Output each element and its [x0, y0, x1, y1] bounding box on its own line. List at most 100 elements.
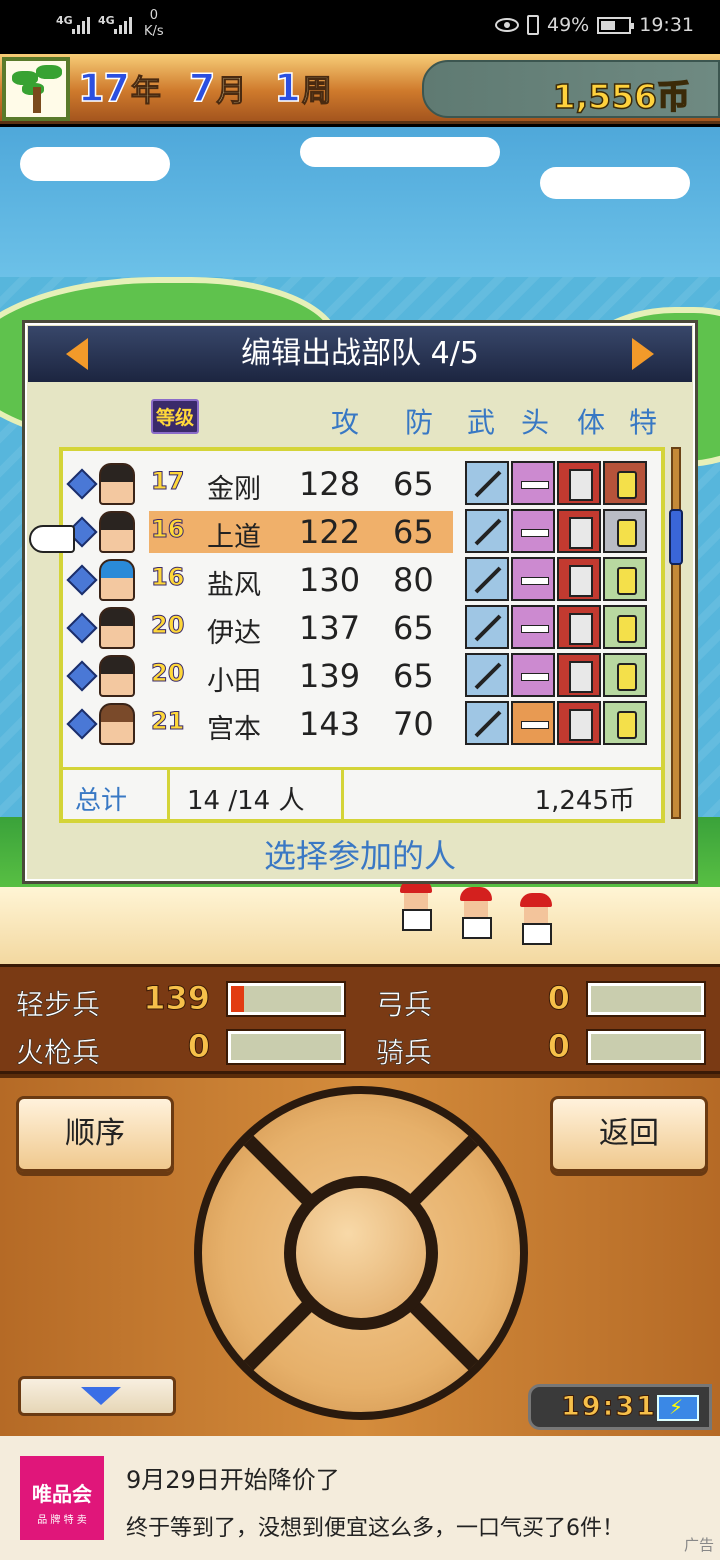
spear-icon: [465, 653, 509, 697]
status-right: 49% 19:31: [495, 14, 694, 36]
troop-musketeer: 火枪兵 0: [16, 1025, 346, 1069]
signal-icon: [114, 14, 132, 34]
troop-bar: [588, 1031, 704, 1063]
troop-value: 0: [547, 1027, 570, 1066]
member-name: 伊达: [207, 618, 261, 649]
eye-icon: [495, 18, 519, 32]
shuriken-icon: [66, 660, 98, 692]
headband-icon: [511, 557, 555, 601]
scrollbar-thumb[interactable]: [669, 509, 683, 565]
member-defense: 70: [393, 705, 434, 743]
coins-display: 1,556币: [422, 60, 720, 118]
bird-helmet-icon: [511, 701, 555, 745]
member-row-selected[interactable]: 16 上道 122 65: [63, 507, 653, 555]
game-date: 17 年 7 月 1 周: [77, 65, 360, 111]
troop-archer: 弓兵 0: [376, 977, 706, 1021]
member-level: 16: [150, 563, 185, 592]
scrollbar-track[interactable]: [671, 447, 681, 819]
potion-icon: [603, 701, 647, 745]
boar-icon: [603, 509, 647, 553]
ninja-portrait-icon: [99, 511, 135, 553]
ad-label: 广告: [683, 1536, 714, 1554]
clock-time: 19:31: [561, 1391, 657, 1423]
order-button[interactable]: 顺序: [16, 1096, 174, 1172]
pad-center-button[interactable]: [284, 1176, 438, 1330]
troop-bar: [228, 983, 344, 1015]
logo-text: 唯品会: [32, 1482, 92, 1506]
cloud: [300, 137, 500, 167]
net-speed-unit: K/s: [144, 24, 164, 39]
scroll-down-button[interactable]: [18, 1376, 176, 1416]
panel-title: 编辑出战部队 4/5: [241, 336, 479, 371]
member-defense: 65: [393, 465, 434, 503]
troop-cavalry: 骑兵 0: [376, 1025, 706, 1069]
net-speed-value: 0: [149, 8, 158, 23]
total-label: 总计: [75, 786, 128, 816]
week-unit: 周: [301, 74, 332, 110]
member-row[interactable]: 20 伊达 137 65: [63, 603, 653, 651]
status-bar: 4G 4G 0 K/s 49% 19:31: [0, 0, 720, 54]
member-row[interactable]: 16 盐风 130 80: [63, 555, 653, 603]
sand-field: [0, 887, 720, 964]
directional-pad[interactable]: [194, 1086, 528, 1420]
member-level: 16: [150, 515, 185, 544]
member-attack: 139: [299, 657, 361, 695]
member-defense: 65: [393, 609, 434, 647]
shuriken-icon: [66, 468, 98, 500]
member-row[interactable]: 21 宫本 143 70: [63, 699, 653, 747]
member-name: 盐风: [207, 570, 261, 601]
shuriken-icon: [66, 708, 98, 740]
total-count: 14 /14 人: [187, 786, 305, 816]
battery-icon: [597, 16, 635, 34]
bonsai-tree-icon[interactable]: [2, 57, 70, 121]
ninja-portrait-icon: [99, 703, 135, 745]
troop-name: 弓兵: [376, 988, 433, 1022]
ninja-portrait-icon: [99, 607, 135, 649]
prev-arrow-icon[interactable]: [66, 338, 88, 370]
potion-icon: [603, 557, 647, 601]
baseball-player: [520, 893, 556, 953]
headband-icon: [511, 605, 555, 649]
spear-icon: [465, 509, 509, 553]
ad-banner[interactable]: 唯品会 品 牌 特 卖 9月29日开始降价了 终于等到了，没想到便宜这么多，一口…: [0, 1436, 720, 1560]
armor-icon: [557, 557, 601, 601]
member-name: 小田: [207, 666, 261, 697]
month-unit: 月: [216, 74, 247, 110]
troop-edit-panel: 编辑出战部队 4/5 等级 攻 防 武 头 体 特 17 金刚 128 65 1…: [22, 320, 698, 884]
armor-icon: [557, 461, 601, 505]
spear-icon: [465, 605, 509, 649]
headband-icon: [511, 653, 555, 697]
member-level: 17: [150, 467, 185, 496]
member-level: 20: [150, 659, 185, 688]
headband-icon: [511, 461, 555, 505]
game-header: 17 年 7 月 1 周 1,556币: [0, 54, 720, 124]
month-number: 7: [188, 65, 216, 111]
troop-name: 轻步兵: [16, 988, 101, 1022]
ad-body: 终于等到了，没想到便宜这么多，一口气买了6件！: [126, 1516, 624, 1541]
battery-percent: 49%: [547, 14, 590, 36]
ninja-portrait-icon: [99, 463, 135, 505]
week-number: 1: [274, 65, 302, 111]
member-attack: 128: [299, 465, 361, 503]
next-arrow-icon[interactable]: [632, 338, 654, 370]
logo-subtext: 品 牌 特 卖: [37, 1515, 87, 1526]
weapon-column-header: 武: [467, 406, 496, 439]
member-row[interactable]: 20 小田 139 65: [63, 651, 653, 699]
net-speed: 0 K/s: [144, 8, 164, 40]
defense-column-header: 防: [405, 406, 434, 439]
cloud: [20, 147, 170, 181]
divider: [341, 770, 344, 822]
troop-name: 骑兵: [376, 1036, 433, 1070]
spear-icon: [465, 557, 509, 601]
member-attack: 137: [299, 609, 361, 647]
troop-bar: [228, 1031, 344, 1063]
troop-name: 火枪兵: [16, 1036, 101, 1070]
troop-bar-fill: [231, 986, 245, 1012]
special-column-header: 特: [629, 406, 658, 439]
member-row[interactable]: 17 金刚 128 65: [63, 459, 653, 507]
member-name: 上道: [207, 522, 261, 553]
armor-icon: [557, 605, 601, 649]
potion-icon: [603, 653, 647, 697]
select-participants-hint[interactable]: 选择参加的人: [25, 831, 695, 877]
back-button[interactable]: 返回: [550, 1096, 708, 1172]
